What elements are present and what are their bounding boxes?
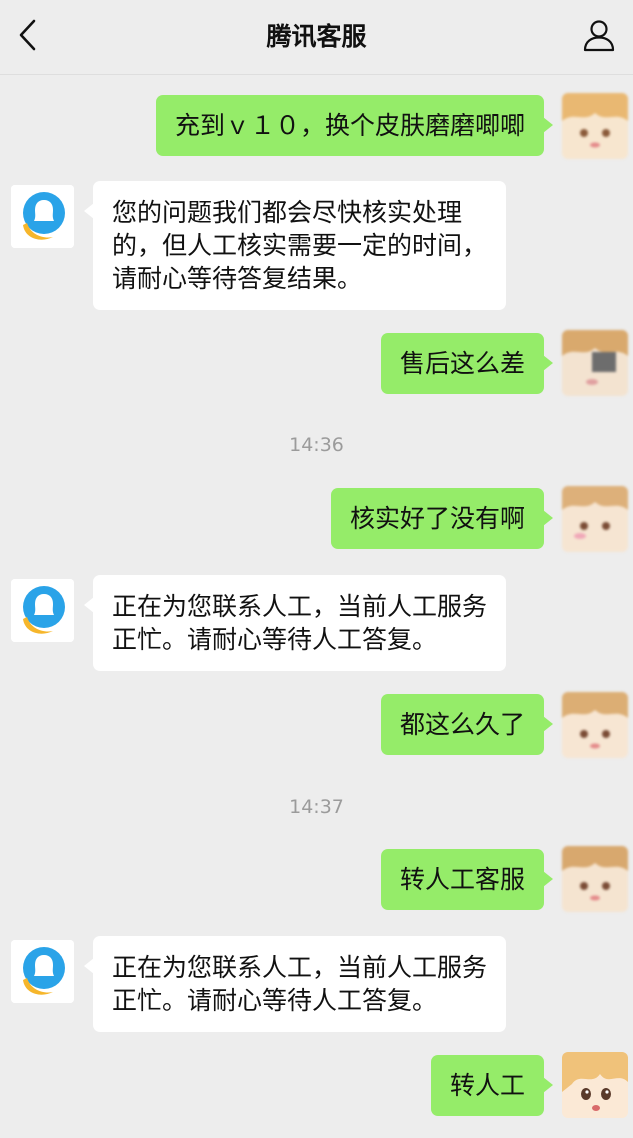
timestamp: 14:36 [289,434,344,456]
user-avatar[interactable] [562,1052,628,1118]
my-message-bubble[interactable]: 售后这么差 [380,333,554,394]
service-avatar[interactable] [11,940,74,1003]
my-message-bubble[interactable]: 转人工 [430,1055,554,1116]
top-bar: 腾讯客服 [0,0,633,75]
user-avatar[interactable] [562,692,628,758]
user-avatar[interactable] [562,93,628,159]
timestamp: 14:37 [289,796,344,818]
user-avatar[interactable] [562,330,628,396]
chat-screen: 腾讯客服 充到ｖ１０，换个皮肤磨磨唧唧 您的问题我们都会尽快核实处理 的，但人工… [0,0,633,1138]
user-avatar[interactable] [562,486,628,552]
person-icon [582,18,616,56]
user-avatar[interactable] [562,846,628,912]
my-message-bubble[interactable]: 转人工客服 [380,849,554,910]
my-message-bubble[interactable]: 充到ｖ１０，换个皮肤磨磨唧唧 [155,95,554,156]
service-message-bubble[interactable]: 正在为您联系人工，当前人工服务 正忙。请耐心等待人工答复。 [83,575,507,671]
service-avatar[interactable] [11,185,74,248]
my-message-bubble[interactable]: 都这么久了 [380,694,554,755]
service-avatar[interactable] [11,579,74,642]
chat-title: 腾讯客服 [266,22,367,51]
service-message-bubble[interactable]: 您的问题我们都会尽快核实处理 的，但人工核实需要一定的时间， 请耐心等待答复结果… [83,181,507,310]
my-message-bubble[interactable]: 核实好了没有啊 [330,488,554,549]
profile-button[interactable] [579,16,619,58]
service-message-bubble[interactable]: 正在为您联系人工，当前人工服务 正忙。请耐心等待人工答复。 [83,936,507,1032]
